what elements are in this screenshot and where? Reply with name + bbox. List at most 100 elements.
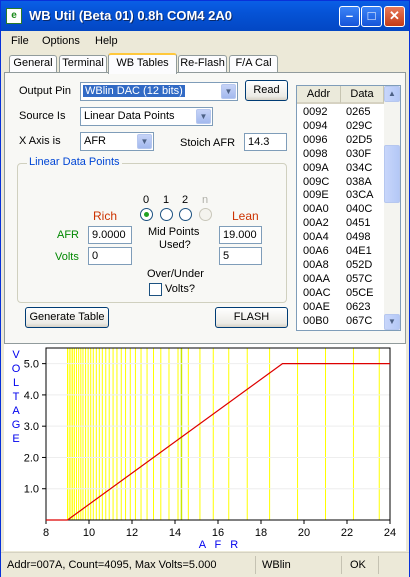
midpoint-radio-n[interactable] [199,208,212,221]
list-item[interactable]: 00AE 0623 [297,301,383,314]
list-item-data: 067C [346,314,373,327]
radio-0-label: 0 [143,194,150,206]
list-item[interactable]: 00A8 052D [297,259,383,272]
y-tick-label: 5.0 [24,359,39,371]
list-item[interactable]: 00AC 05CE [297,287,383,300]
lean-afr-input[interactable]: 19.000 [219,226,262,244]
output-pin-select[interactable]: WBlin DAC (12 bits) ▼ [80,82,238,101]
list-item-addr: 0098 [303,147,328,160]
rich-afr-input[interactable]: 9.0000 [88,226,132,244]
midpoint-radio-0[interactable] [140,208,153,221]
list-item-addr: 00A0 [303,203,329,216]
list-item[interactable]: 00A6 04E1 [297,245,383,258]
list-item-data: 057C [346,272,373,285]
volts-checkbox[interactable] [149,283,162,296]
flash-button[interactable]: FLASH [215,307,288,328]
y-axis-label-letter: A [12,405,20,417]
x-tick-label: 18 [255,527,267,539]
midpoint-radio-1[interactable] [160,208,173,221]
list-item-data: 034C [346,161,373,174]
list-item-data: 030F [346,147,372,160]
tab-wb-tables[interactable]: WB Tables [108,53,177,74]
list-item[interactable]: 00A0 040C [297,203,383,216]
source-select[interactable]: Linear Data Points ▼ [80,107,213,126]
y-tick-label: 3.0 [24,421,39,433]
list-item-data: 0451 [346,217,371,230]
list-item-data: 052D [346,258,373,271]
list-item-addr: 00A8 [303,258,329,271]
list-item-data: 05CE [346,286,374,299]
list-item[interactable]: 00B0 067C [297,315,383,328]
chevron-down-icon: ▼ [137,134,152,149]
y-axis-label-letter: G [12,419,21,431]
tab-fa-cal[interactable]: F/A Cal [229,55,278,72]
lean-volts-input[interactable]: 5 [219,247,262,265]
list-item[interactable]: 009E 03CA [297,189,383,202]
status-mode: WBlin [262,559,291,571]
menu-file[interactable]: File [11,35,29,47]
list-item-addr: 00A6 [303,245,329,257]
close-button[interactable]: ✕ [384,6,405,27]
menu-help[interactable]: Help [95,35,118,47]
list-item-addr: 0092 [303,106,328,118]
list-item[interactable]: 00A4 0498 [297,231,383,244]
x-tick-label: 14 [169,527,181,539]
midpoint-radio-2[interactable] [179,208,192,221]
list-item-data: 0265 [346,106,371,118]
scroll-up-icon[interactable]: ▲ [384,86,400,102]
minimize-button[interactable]: – [339,6,360,27]
chevron-down-icon: ▼ [221,84,236,99]
tab-terminal[interactable]: Terminal [59,55,107,72]
xaxis-select[interactable]: AFR ▼ [80,132,154,151]
lean-label: Lean [232,209,259,223]
scroll-thumb[interactable] [384,145,400,203]
volts-label: Volts [55,251,79,263]
generate-table-button[interactable]: Generate Table [25,307,109,328]
tab-general[interactable]: General [9,55,57,72]
radio-1-label: 1 [163,194,170,206]
afr-voltage-chart: 8 10 12 14 16 18 20 22 24 1.0 2.0 3.0 4.0 5.0 A F R VOL… [12,347,396,551]
series-line [46,363,390,521]
list-item[interactable]: 0092 0265 [297,106,383,119]
list-item[interactable]: 00AA 057C [297,273,383,286]
list-item-data: 040C [346,203,373,216]
data-column-header[interactable]: Data [341,86,384,104]
list-item-addr: 0094 [303,119,328,132]
list-item[interactable]: 00A2 0451 [297,217,383,230]
addr-data-list[interactable]: Addr Data 0092 0265 0094 029C 0096 02D5 0098 03… [296,85,401,331]
list-item-data: 029C [346,119,373,132]
y-axis-label-letter: E [12,433,19,445]
read-button[interactable]: Read [245,80,288,101]
list-item[interactable]: 009A 034C [297,162,383,175]
list-item[interactable]: 0098 030F [297,148,383,161]
maximize-button[interactable]: □ [361,6,382,27]
xaxis-label: X Axis is [19,135,61,147]
stoich-input[interactable]: 14.3 [244,133,287,151]
list-item[interactable]: 0094 029C [297,120,383,133]
radio-2-label: 2 [182,194,189,206]
scroll-down-icon[interactable]: ▼ [384,314,400,330]
rich-volts-input[interactable]: 0 [88,247,132,265]
list-item-data: 0623 [346,300,371,313]
source-label: Source Is [19,110,66,122]
title-bar[interactable]: e WB Util (Beta 01) 0.8h COM4 2A0 – □ ✕ [1,1,409,31]
stoich-label: Stoich AFR [180,137,236,149]
y-tick-label: 4.0 [24,390,39,402]
list-item[interactable]: 009C 038A [297,176,383,189]
maximize-icon: □ [367,8,376,23]
x-tick-label: 20 [298,527,310,539]
x-tick-label: 16 [212,527,224,539]
addr-column-header[interactable]: Addr [297,86,341,104]
afr-voltage-chart-area: 8 10 12 14 16 18 20 22 24 1.0 2.0 3.0 4.0 5.0 A F R VOL… [4,344,406,551]
list-scrollbar[interactable]: ▲ ▼ [384,86,400,330]
menu-options[interactable]: Options [42,35,80,47]
chevron-down-icon: ▼ [196,109,211,124]
list-item-addr: 00AC [303,286,331,299]
tab-re-flash[interactable]: Re-Flash [178,55,227,72]
list-item-addr: 00AA [303,272,330,285]
menu-bar: File Options Help [1,32,409,51]
list-item-addr: 009A [303,161,329,174]
list-item[interactable]: 0096 02D5 [297,134,383,147]
y-axis-label-letter: O [12,363,21,375]
radio-n-label: n [202,194,209,206]
